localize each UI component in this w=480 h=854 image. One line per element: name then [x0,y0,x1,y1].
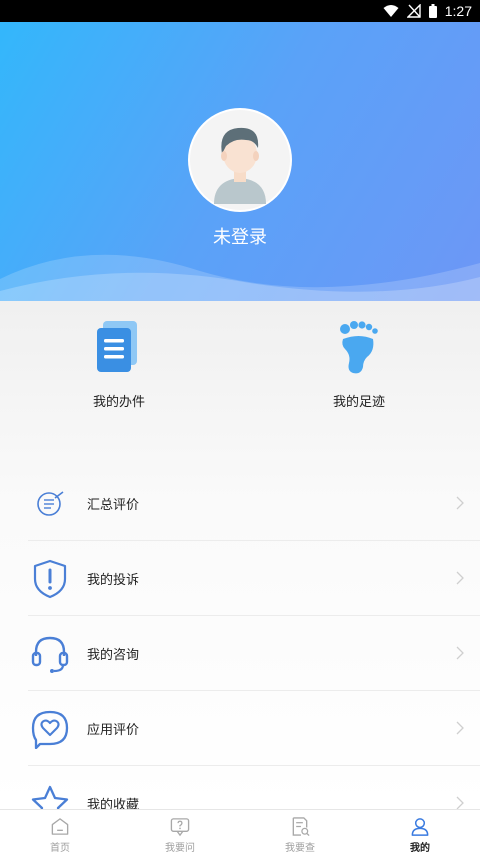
battery-icon [428,4,437,18]
home-icon [51,818,69,835]
menu-item-app-rating[interactable]: 应用评价 [0,691,480,766]
default-avatar-icon [190,110,290,210]
menu-item-label: 我的收藏 [87,797,140,809]
shield-alert-icon [27,556,73,602]
status-time: 1:27 [444,3,472,19]
avatar[interactable] [188,108,292,212]
header-wave-decoration [0,254,480,301]
quick-action-label: 我的办件 [92,394,145,409]
menu-item-summary-evaluation[interactable]: 汇总评价 [0,466,480,541]
menu-item-label: 我的投诉 [87,572,140,587]
tab-query[interactable]: 我要查 [240,810,360,854]
headset-icon [27,631,73,677]
profile-header: 未登录 [0,22,480,301]
heart-chat-icon [27,706,73,752]
quick-action-label: 我的足迹 [332,394,385,409]
documents-icon [97,321,137,372]
user-icon [411,818,429,836]
menu-list: 汇总评价 我的投诉 我的咨询 应用评价 我的收藏 [0,466,480,809]
status-bar: 1:27 [0,0,480,22]
tab-mine[interactable]: 我的 [360,810,480,854]
question-chat-icon [170,818,190,837]
bottom-tab-bar: 首页 我要问 我要查 我的 [0,809,480,854]
search-document-icon [292,817,310,837]
tab-label: 我的 [410,843,430,854]
summary-evaluation-icon [27,481,73,527]
menu-item-label: 应用评价 [87,722,140,737]
tab-label: 首页 [50,843,70,854]
tab-label: 我要问 [165,843,195,854]
menu-item-my-complaints[interactable]: 我的投诉 [0,541,480,616]
content-area: 我的办件 我的足迹 汇总评价 我的投诉 我的咨询 应用评价 我的收藏 [0,301,480,809]
menu-item-label: 汇总评价 [87,497,140,512]
tab-ask[interactable]: 我要问 [120,810,240,854]
chevron-right-icon [456,571,464,585]
quick-action-my-cases[interactable]: 我的办件 [44,317,194,410]
username[interactable]: 未登录 [0,223,480,249]
chevron-right-icon [456,496,464,510]
quick-action-my-footprint[interactable]: 我的足迹 [284,317,434,410]
menu-item-my-consultation[interactable]: 我的咨询 [0,616,480,691]
tab-label: 我要查 [285,843,315,854]
footprint-icon [340,321,378,374]
menu-item-my-favorites[interactable]: 我的收藏 [0,766,480,809]
no-signal-icon [406,4,421,18]
wifi-icon [383,5,399,17]
tab-home[interactable]: 首页 [0,810,120,854]
status-icons: 1:27 [383,3,472,19]
star-icon [27,781,73,809]
chevron-right-icon [456,721,464,735]
menu-item-label: 我的咨询 [87,647,140,662]
chevron-right-icon [456,646,464,660]
chevron-right-icon [456,796,464,809]
